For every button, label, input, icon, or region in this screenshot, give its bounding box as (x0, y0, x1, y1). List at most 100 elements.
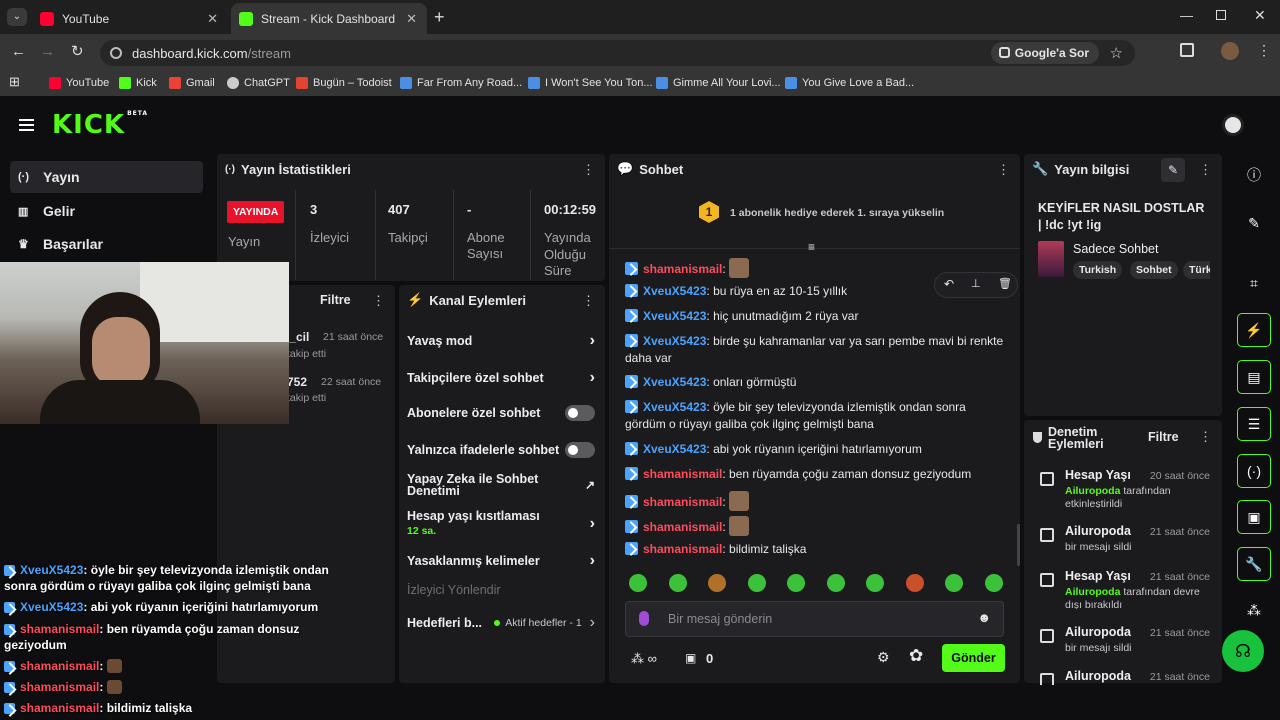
ai-moderation-row[interactable]: Yapay Zeka ile Sohbet Denetimi ↗ (407, 473, 595, 498)
tag-chip[interactable]: Sohbet (1130, 261, 1178, 279)
moderation-item[interactable]: Ailuropoda 21 saat önce bir mesajı sildi (1038, 625, 1210, 665)
chat-message[interactable]: shamanismail: bildimiz talişka (625, 541, 1005, 558)
chat-message[interactable]: XveuX5423: birde şu kahramanlar var ya s… (625, 333, 1005, 367)
bookmark-song-3[interactable]: Gimme All Your Lovi... (656, 77, 781, 89)
close-window-button[interactable]: ✕ (1254, 7, 1266, 24)
moderation-item[interactable]: Hesap Yaşı 20 saat önce Ailuropoda tarafın… (1038, 468, 1210, 508)
moderation-icon[interactable]: ▣ (1237, 500, 1271, 534)
filter-button[interactable]: Filtre (1148, 430, 1179, 444)
minimize-button[interactable]: — (1180, 8, 1193, 23)
broadcast-icon[interactable]: (·) (1237, 454, 1271, 488)
browser-menu-icon[interactable]: ⋮ (1257, 42, 1271, 59)
microphone-icon[interactable] (639, 611, 649, 626)
emote-icon[interactable] (629, 574, 647, 592)
chat-message[interactable]: shamanismail: ben rüyamda çoğu zaman don… (625, 466, 1005, 483)
tab-kick-dashboard[interactable]: Stream - Kick Dashboard ✕ (231, 3, 427, 34)
goals-row[interactable]: Hedefleri b... Aktif hedefler - 1 › (407, 614, 595, 632)
chat-username[interactable]: XveuX5423 (643, 442, 706, 456)
quick-actions-icon[interactable]: ⚡ (1237, 313, 1271, 347)
settings-gear-icon[interactable]: ⚙ (877, 649, 890, 666)
chat-username[interactable]: XveuX5423 (643, 309, 706, 323)
bookmark-song-2[interactable]: I Won't See You Ton... (528, 77, 653, 89)
bookmark-todoist[interactable]: Bugün – Todoist (296, 77, 392, 89)
chat-message[interactable]: XveuX5423: öyle bir şey televizyonda izl… (625, 399, 1005, 433)
points-icon[interactable]: ⁂ (1237, 593, 1271, 627)
bookmark-kick[interactable]: Kick (119, 77, 157, 89)
points-icon[interactable]: ⁂ ∞ (631, 651, 657, 667)
emote-picker-icon[interactable]: ✿ (909, 646, 923, 666)
emote-icon[interactable] (866, 574, 884, 592)
subs-only-toggle[interactable] (565, 405, 595, 421)
bookmark-gmail[interactable]: Gmail (169, 77, 215, 89)
reload-icon[interactable]: ↻ (71, 42, 84, 60)
sidebar-item-gelir[interactable]: ▥ Gelir (10, 195, 203, 227)
extensions-icon[interactable] (1180, 43, 1194, 57)
banned-words-row[interactable]: Yasaklanmış kelimeler › (407, 552, 595, 570)
pin-icon[interactable]: ⊥ (971, 277, 981, 290)
scroll-to-bottom-icon[interactable]: ≡ (808, 240, 815, 254)
send-button[interactable]: Gönder (942, 644, 1005, 672)
emote-icon[interactable] (668, 574, 687, 592)
bookmark-youtube[interactable]: YouTube (49, 77, 109, 89)
more-options-icon[interactable]: ⋮ (1199, 429, 1212, 445)
close-tab-icon[interactable]: ✕ (207, 11, 218, 27)
more-options-icon[interactable]: ⋮ (372, 293, 385, 309)
moderation-item[interactable]: Ailuropoda 21 saat önce (1038, 669, 1210, 685)
apps-grid-icon[interactable]: ⊞ (9, 74, 20, 90)
tools-icon[interactable]: 🔧 (1237, 547, 1271, 581)
ask-google-button[interactable]: Google'a Sor (990, 42, 1099, 64)
emote-icon[interactable] (787, 574, 805, 592)
more-options-icon[interactable]: ⋮ (1199, 162, 1212, 178)
hamburger-menu-icon[interactable] (19, 119, 34, 131)
chat-username[interactable]: XveuX5423 (643, 284, 706, 298)
screenshot-icon[interactable]: ⌗ (1237, 266, 1271, 300)
chat-username[interactable]: XveuX5423 (643, 375, 706, 389)
more-options-icon[interactable]: ⋮ (997, 162, 1010, 178)
chat-message[interactable]: shamanismail: (625, 516, 1005, 536)
chat-username[interactable]: shamanismail (643, 262, 722, 276)
delete-icon[interactable]: 🗑 (998, 277, 1012, 290)
chat-username[interactable]: XveuX5423 (643, 400, 706, 414)
more-options-icon[interactable]: ⋮ (582, 293, 595, 309)
moderation-item[interactable]: Hesap Yaşı 21 saat önce Ailuropoda tarafın… (1038, 569, 1210, 609)
emoji-icon[interactable]: ☻ (977, 610, 991, 625)
forward-arrow-icon[interactable]: → (40, 43, 55, 60)
kick-logo[interactable]: KICK BETA (52, 110, 148, 140)
bookmark-song-1[interactable]: Far From Any Road... (400, 77, 522, 89)
sidebar-item-basarilar[interactable]: ♛ Başarılar (10, 228, 203, 260)
chat-scrollbar[interactable] (1017, 524, 1020, 566)
chat-message[interactable]: XveuX5423: abi yok rüyanın içeriğini hat… (625, 441, 1005, 458)
filter-button[interactable]: Filtre (320, 293, 351, 307)
reply-icon[interactable]: ↶ (944, 277, 954, 291)
support-headset-button[interactable]: ☊ (1222, 630, 1264, 672)
new-tab-button[interactable]: + (434, 7, 445, 28)
category-name[interactable]: Sadece Sohbet (1073, 242, 1159, 256)
info-icon[interactable]: ⓘ (1237, 158, 1271, 192)
chat-username[interactable]: shamanismail (643, 495, 722, 509)
emote-icon[interactable] (984, 574, 1003, 592)
slow-mode-row[interactable]: Yavaş mod › (407, 332, 595, 350)
edit-icon[interactable]: ✎ (1237, 206, 1271, 240)
profile-avatar[interactable] (1221, 42, 1239, 60)
emotes-only-toggle[interactable] (565, 442, 595, 458)
tab-search-button[interactable]: ⌄ (7, 8, 27, 26)
address-bar[interactable]: dashboard.kick.com/stream Google'a Sor ☆ (100, 40, 1135, 66)
chat-message[interactable]: shamanismail: (625, 491, 1005, 511)
maximize-button[interactable] (1216, 10, 1226, 20)
tag-chip[interactable]: Türk (1183, 261, 1210, 279)
site-info-icon[interactable] (110, 47, 122, 59)
back-arrow-icon[interactable]: ← (11, 43, 26, 60)
emote-icon[interactable] (747, 574, 766, 592)
chat-username[interactable]: XveuX5423 (643, 334, 706, 348)
chat-username[interactable]: shamanismail (643, 542, 722, 556)
chat-icon[interactable]: ☰ (1237, 407, 1271, 441)
moderation-item[interactable]: Ailuropoda 21 saat önce bir mesajı sildi (1038, 524, 1210, 564)
user-avatar[interactable] (1222, 114, 1244, 136)
bookmark-chatgpt[interactable]: ChatGPT (227, 77, 290, 89)
chat-username[interactable]: shamanismail (643, 520, 722, 534)
close-tab-icon[interactable]: ✕ (406, 11, 417, 27)
bookmark-star-icon[interactable]: ☆ (1110, 44, 1123, 62)
account-age-row[interactable]: Hesap yaşı kısıtlaması 12 sa. › (407, 509, 595, 537)
followers-only-row[interactable]: Takipçilere özel sohbet › (407, 369, 595, 387)
chat-input[interactable]: Bir mesaj gönderin ☻ (625, 601, 1004, 637)
